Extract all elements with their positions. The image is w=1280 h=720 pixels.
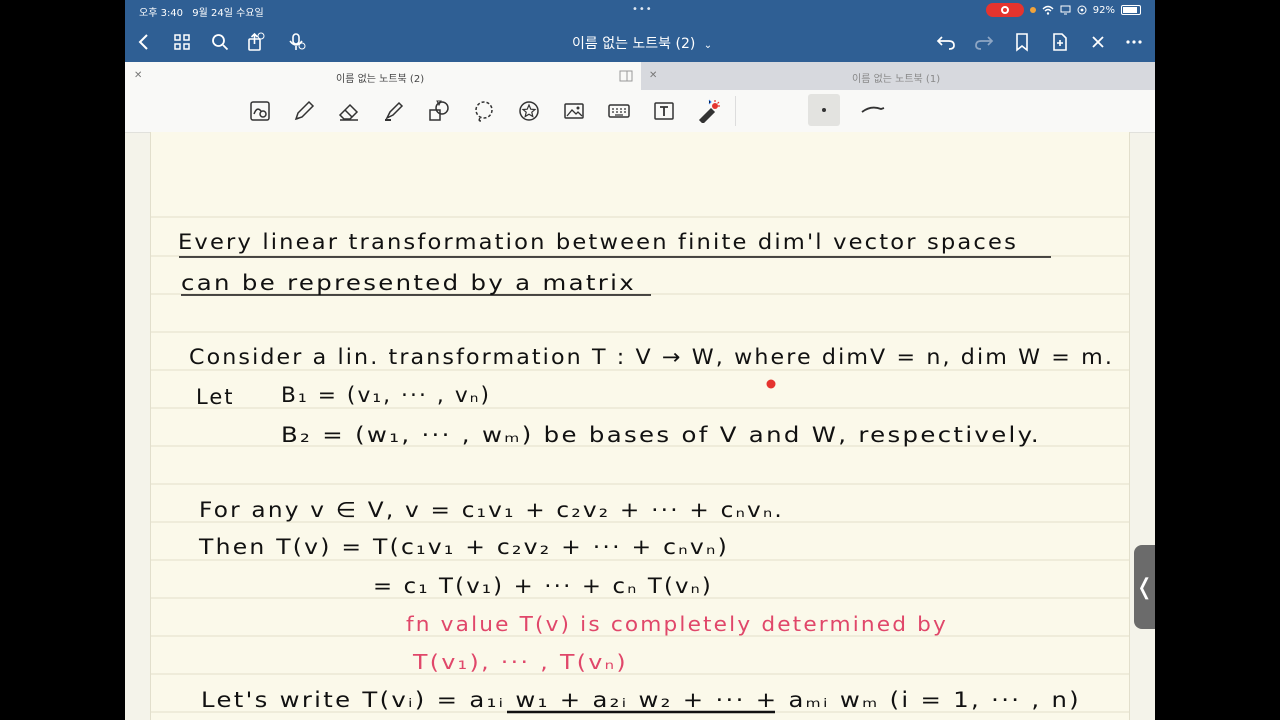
app-bar: 오후 3:40 9월 24일 수요일 ••• 92% 이름 없는 노트북 (2)… [125, 0, 1155, 62]
status-bar-right: 92% [985, 3, 1141, 17]
status-bar-left: 오후 3:40 9월 24일 수요일 [139, 4, 270, 19]
title-chevron-down-icon: ⌄ [703, 40, 713, 51]
notebook-tabs: ✕ 이름 없는 노트북 (2) ✕ 이름 없는 노트북 (1) [125, 62, 1155, 90]
mic-off-icon[interactable] [286, 31, 308, 53]
laser-pointer-icon[interactable] [697, 99, 721, 123]
battery-percent: 92% [1092, 4, 1115, 16]
share-icon[interactable] [245, 31, 267, 53]
tab-label: 이름 없는 노트북 (1) [852, 74, 941, 85]
back-chevron-icon[interactable] [133, 31, 155, 53]
tab-close-icon[interactable]: ✕ [134, 70, 142, 81]
tab-notebook-2[interactable]: ✕ 이름 없는 노트북 (2) [125, 62, 641, 90]
close-tools-icon[interactable] [1087, 31, 1109, 53]
eraser-icon[interactable] [337, 99, 361, 123]
multitasking-dots-icon[interactable]: ••• [632, 4, 653, 15]
ipad-screen: 오후 3:40 9월 24일 수요일 ••• 92% 이름 없는 노트북 (2)… [125, 0, 1155, 720]
pen-stroke-style-icon[interactable] [859, 102, 887, 118]
mic-indicator-icon [1029, 7, 1036, 13]
image-icon[interactable] [562, 99, 586, 123]
status-time: 오후 3:40 [139, 8, 184, 19]
note-b1: B₁ = (v₁, ··· , vₙ) [281, 383, 491, 407]
tab-close-icon[interactable]: ✕ [649, 70, 657, 81]
note-line-1: Every linear transformation between fini… [178, 230, 1018, 254]
lasso-icon[interactable] [472, 99, 496, 123]
sticker-icon[interactable] [517, 99, 541, 123]
note-lets-write: Let's write T(vᵢ) = a₁ᵢ w₁ + a₂ᵢ w₂ + ··… [201, 688, 1081, 712]
note-then: Then T(v) = T(c₁v₁ + c₂v₂ + ··· + cₙvₙ) [198, 535, 729, 559]
text-tool-icon[interactable] [652, 99, 676, 123]
tab-label: 이름 없는 노트북 (2) [336, 74, 425, 85]
note-for-any: For any v ∈ V, v = c₁v₁ + c₂v₂ + ··· + c… [199, 498, 784, 522]
shapes-icon[interactable] [427, 99, 451, 123]
highlighter-icon[interactable] [382, 99, 406, 123]
note-consider: Consider a lin. transformation T : V → W… [189, 345, 1114, 369]
undo-icon[interactable] [935, 31, 957, 53]
pen-size-dot-button[interactable] [808, 94, 840, 126]
tab-notebook-1[interactable]: ✕ 이름 없는 노트북 (1) [641, 62, 1155, 90]
drawing-toolbar [125, 90, 1155, 133]
toolbar-divider [735, 96, 736, 126]
lasso-zoom-icon[interactable] [248, 99, 272, 123]
search-icon[interactable] [209, 31, 231, 53]
pen-icon[interactable] [292, 99, 316, 123]
more-options-icon[interactable] [1123, 31, 1145, 53]
document-title: 이름 없는 노트북 (2) [572, 36, 696, 52]
ruled-paper: Every linear transformation between fini… [151, 216, 1129, 714]
status-date: 9월 24일 수요일 [192, 8, 264, 19]
note-b2: B₂ = (w₁, ··· , wₘ) be bases of V and W,… [281, 423, 1041, 447]
bookmark-icon[interactable] [1011, 31, 1033, 53]
side-panel-handle-chevron-icon[interactable]: ❬ [1134, 545, 1155, 629]
note-let-label: Let [196, 385, 234, 409]
note-equals: = c₁ T(v₁) + ··· + cₙ T(vₙ) [373, 574, 713, 598]
note-page[interactable]: Every linear transformation between fini… [150, 132, 1130, 720]
document-title-button[interactable]: 이름 없는 노트북 (2) ⌄ [572, 33, 712, 53]
wifi-icon [1042, 5, 1054, 15]
orientation-lock-icon [1077, 5, 1087, 15]
note-line-2: can be represented by a matrix [181, 271, 636, 295]
redo-icon[interactable] [973, 31, 995, 53]
keyboard-icon[interactable] [607, 99, 631, 123]
add-page-icon[interactable] [1049, 31, 1071, 53]
note-red-1: fn value T(v) is completely determined b… [406, 612, 948, 636]
screen-recording-icon[interactable] [985, 3, 1024, 17]
note-red-2: T(v₁), ··· , T(vₙ) [412, 650, 628, 674]
split-view-icon[interactable] [619, 70, 633, 82]
screen-mirror-icon [1060, 5, 1071, 15]
grid-view-icon[interactable] [171, 31, 193, 53]
laser-pointer-dot [766, 379, 776, 389]
battery-icon [1121, 5, 1141, 15]
